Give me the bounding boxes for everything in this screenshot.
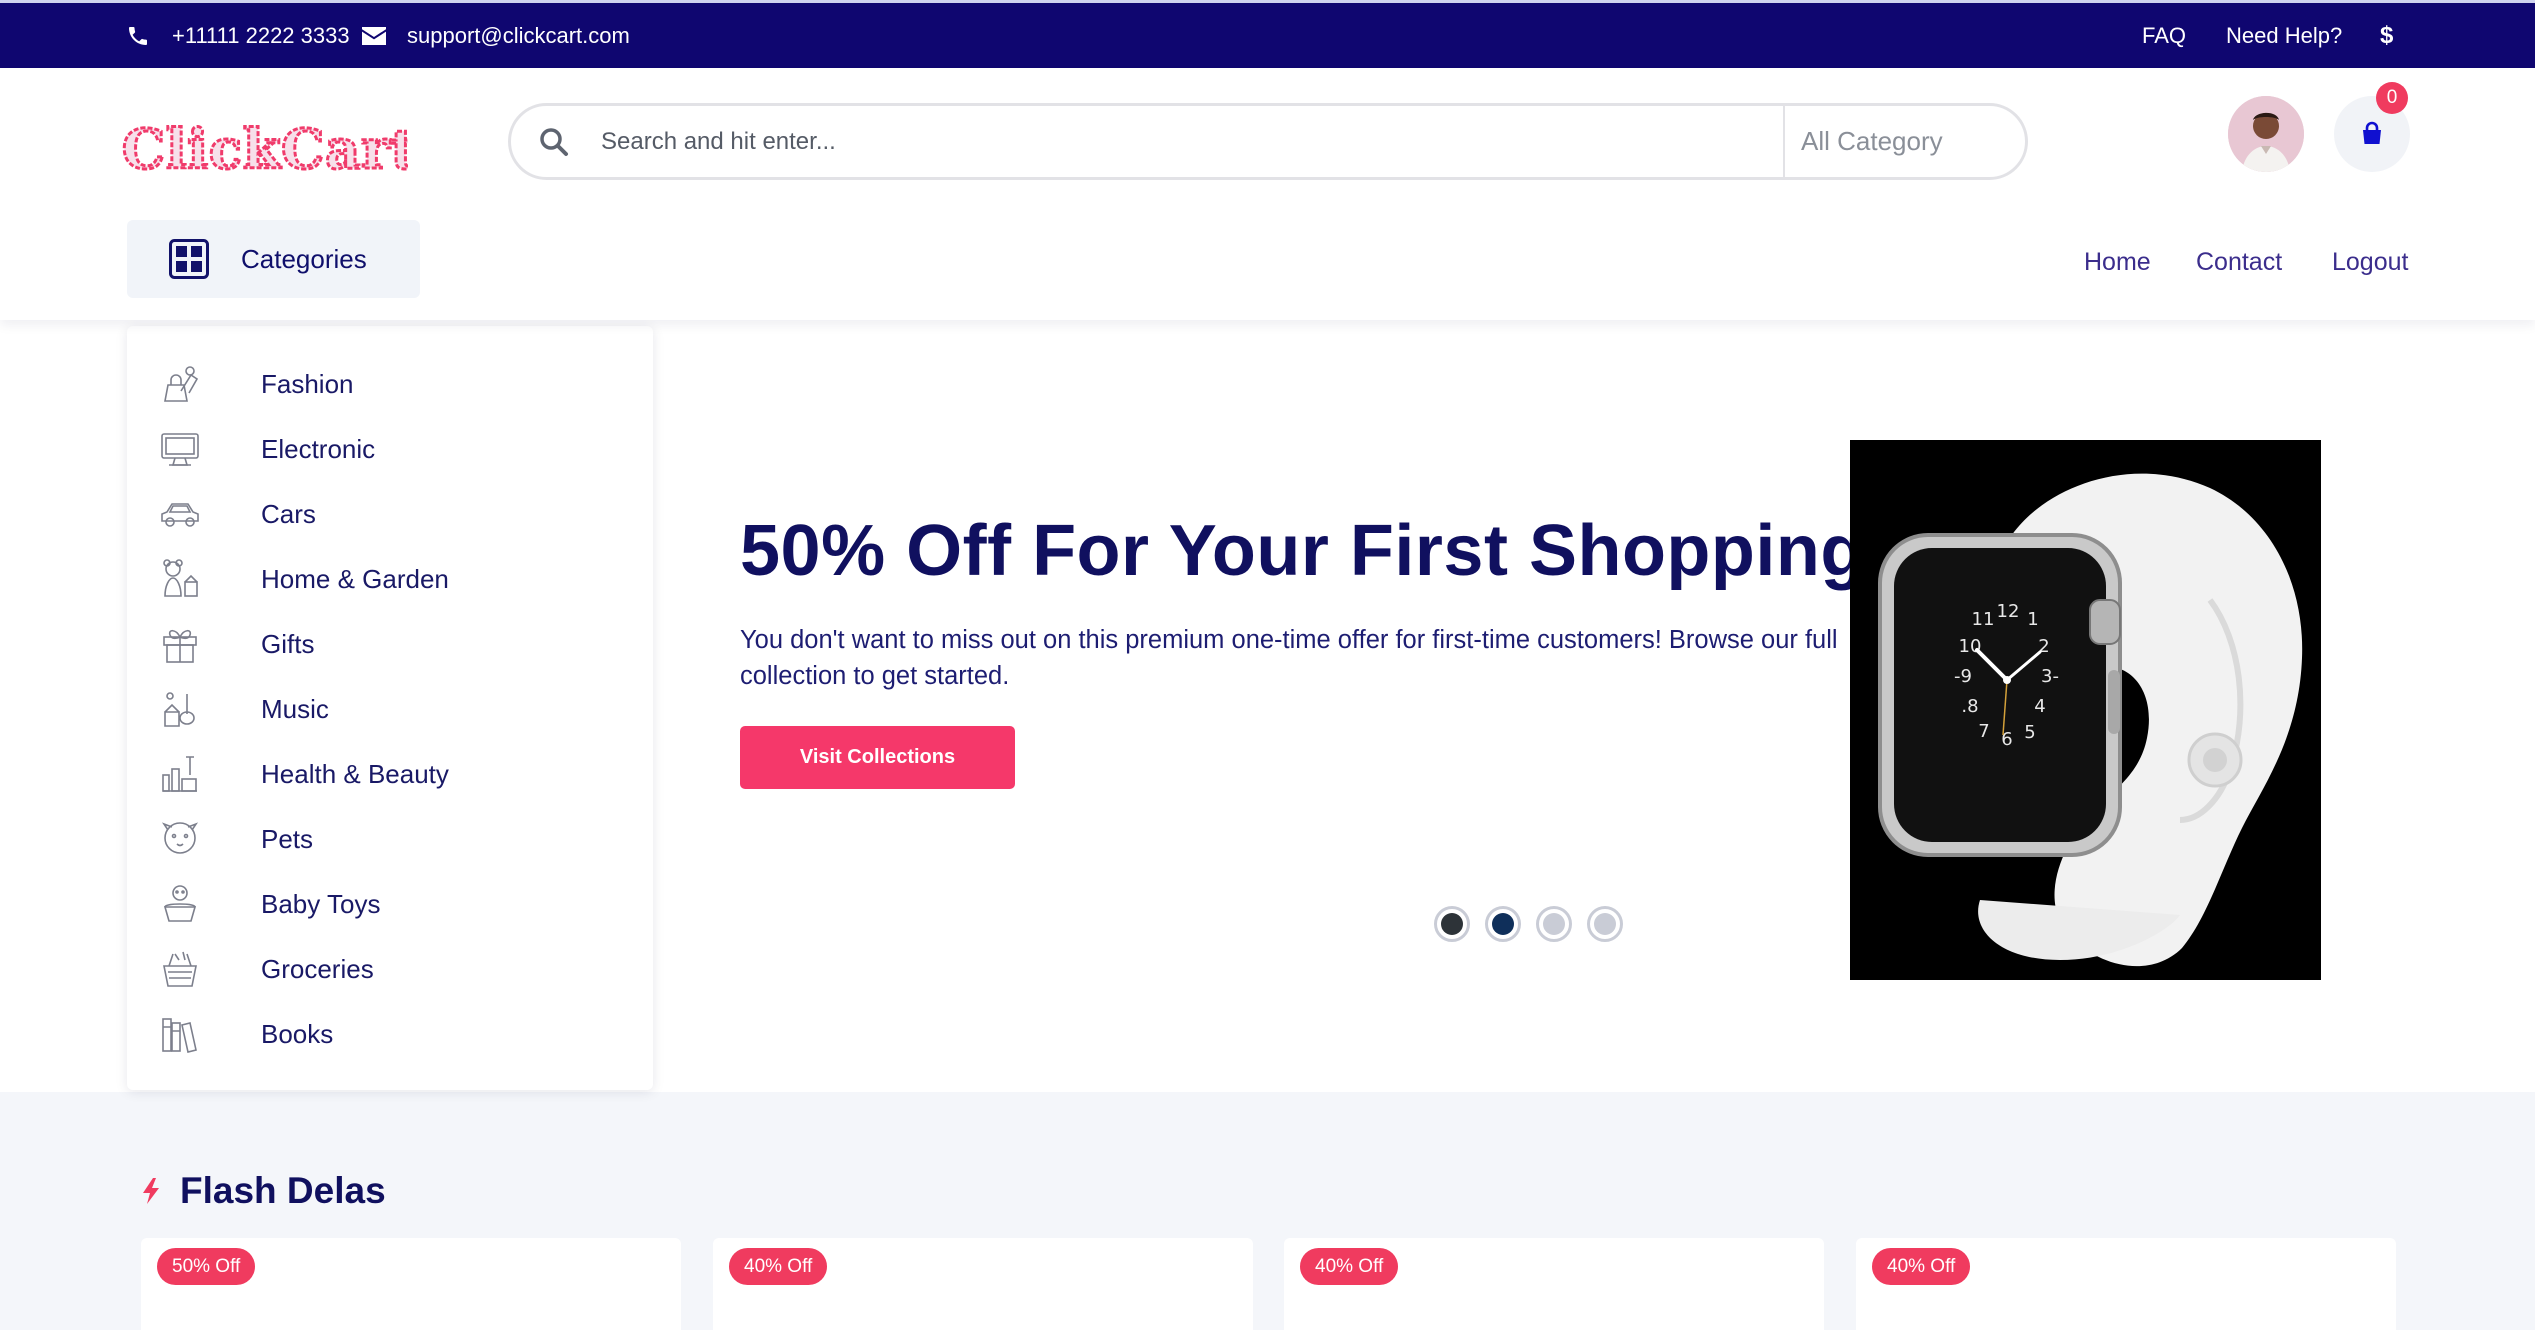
music-icon xyxy=(164,692,195,727)
faq-link[interactable]: FAQ xyxy=(2142,3,2186,68)
svg-text:10: 10 xyxy=(1959,636,1982,657)
top-bar: +11111 2222 3333 support@clickcart.com F… xyxy=(0,0,2535,68)
home-garden-icon xyxy=(163,559,198,597)
category-label: Cars xyxy=(261,498,316,529)
category-label: Health & Beauty xyxy=(261,758,449,789)
category-health-beauty[interactable]: Health & Beauty xyxy=(157,750,449,798)
category-cars[interactable]: Cars xyxy=(157,490,316,538)
search-icon[interactable] xyxy=(539,127,569,157)
svg-text:5: 5 xyxy=(2024,722,2035,743)
slider-dot-2[interactable] xyxy=(1485,906,1521,942)
search-input[interactable] xyxy=(601,120,1461,164)
groceries-icon xyxy=(163,951,197,987)
category-label: Music xyxy=(261,693,329,724)
product-card[interactable]: 40% Off xyxy=(1284,1238,1824,1338)
pets-icon xyxy=(161,822,199,854)
discount-badge: 40% Off xyxy=(1300,1248,1399,1285)
lightning-icon xyxy=(143,1178,159,1204)
hero-description: You don't want to miss out on this premi… xyxy=(740,626,1838,690)
nav-logout[interactable]: Logout xyxy=(2332,248,2408,277)
grid-icon xyxy=(169,239,209,279)
category-groceries[interactable]: Groceries xyxy=(157,945,374,993)
svg-text:7: 7 xyxy=(1978,721,1989,742)
category-label: Books xyxy=(261,1018,334,1049)
gift-icon xyxy=(163,629,197,663)
discount-badge: 40% Off xyxy=(1872,1248,1971,1285)
baby-toys-icon xyxy=(163,885,197,922)
phone-icon xyxy=(129,26,147,45)
svg-text:11: 11 xyxy=(1972,609,1995,630)
email-address[interactable]: support@clickcart.com xyxy=(407,23,630,49)
svg-text:-9: -9 xyxy=(1954,666,1972,687)
slider-dots xyxy=(1434,906,1623,942)
shopping-bag-icon xyxy=(2363,121,2381,144)
phone-contact: +11111 2222 3333 xyxy=(126,3,350,68)
category-menu: Fashion Electronic Cars Home & Garden Gi… xyxy=(127,326,653,1090)
flash-deals-header: Flash Delas xyxy=(140,1170,386,1212)
cart-count-badge: 0 xyxy=(2376,82,2408,114)
discount-badge: 40% Off xyxy=(729,1248,828,1285)
books-icon xyxy=(162,1018,197,1053)
search-divider xyxy=(1783,106,1785,177)
product-card[interactable]: 40% Off xyxy=(1856,1238,2396,1338)
category-label: Pets xyxy=(261,823,314,854)
search-bar: All Category xyxy=(508,103,2028,180)
fashion-icon xyxy=(164,366,199,402)
clickcart-logo[interactable]: ClickCart xyxy=(118,112,418,184)
category-music[interactable]: Music xyxy=(157,685,329,733)
category-books[interactable]: Books xyxy=(157,1010,333,1058)
category-electronic[interactable]: Electronic xyxy=(157,425,375,473)
category-home-garden[interactable]: Home & Garden xyxy=(157,555,449,603)
svg-text:3-: 3- xyxy=(2041,666,2059,687)
categories-label: Categories xyxy=(241,243,367,274)
email-contact[interactable]: support@clickcart.com xyxy=(361,3,630,68)
category-label: Electronic xyxy=(261,433,376,464)
hero-product-image: 11 12 1 2 3- 4 567 .8 -9 10 xyxy=(1850,440,2321,980)
need-help-link[interactable]: Need Help? xyxy=(2226,3,2342,68)
category-label: Groceries xyxy=(261,953,374,984)
health-beauty-icon xyxy=(162,756,197,792)
product-card[interactable]: 50% Off xyxy=(141,1238,681,1338)
category-label: Baby Toys xyxy=(261,888,381,919)
currency-selector[interactable]: $ xyxy=(2380,3,2393,68)
svg-text:12: 12 xyxy=(1997,601,2020,622)
categories-button[interactable]: Categories xyxy=(127,220,420,298)
visit-collections-button[interactable]: Visit Collections xyxy=(740,726,1015,789)
svg-text:1: 1 xyxy=(2027,609,2038,630)
user-avatar[interactable] xyxy=(2228,96,2304,172)
svg-text:.8: .8 xyxy=(1961,696,1978,717)
discount-badge: 50% Off xyxy=(157,1248,256,1285)
slider-dot-1[interactable] xyxy=(1434,906,1470,942)
header: ClickCart All Category 0 Categories Home… xyxy=(0,68,2535,320)
product-card[interactable]: 40% Off xyxy=(713,1238,1253,1338)
nav-home[interactable]: Home xyxy=(2084,248,2151,277)
category-label: Home & Garden xyxy=(261,563,449,594)
electronic-icon xyxy=(161,433,199,466)
nav-contact[interactable]: Contact xyxy=(2196,248,2282,277)
envelope-icon xyxy=(362,26,386,45)
category-baby-toys[interactable]: Baby Toys xyxy=(157,880,380,928)
car-icon xyxy=(161,503,199,527)
category-select[interactable]: All Category xyxy=(1801,106,1943,177)
phone-number: +11111 2222 3333 xyxy=(172,22,350,48)
category-label: Gifts xyxy=(261,628,315,659)
hero-title: 50% Off For Your First Shopping xyxy=(740,511,1865,591)
slider-dot-4[interactable] xyxy=(1587,906,1623,942)
svg-text:ClickCart: ClickCart xyxy=(122,117,408,181)
svg-text:4: 4 xyxy=(2034,696,2045,717)
category-fashion[interactable]: Fashion xyxy=(157,360,354,408)
slider-dot-3[interactable] xyxy=(1536,906,1572,942)
category-label: Fashion xyxy=(261,368,354,399)
category-gifts[interactable]: Gifts xyxy=(157,620,314,668)
category-pets[interactable]: Pets xyxy=(157,815,313,863)
flash-deals-title: Flash Delas xyxy=(180,1170,386,1211)
